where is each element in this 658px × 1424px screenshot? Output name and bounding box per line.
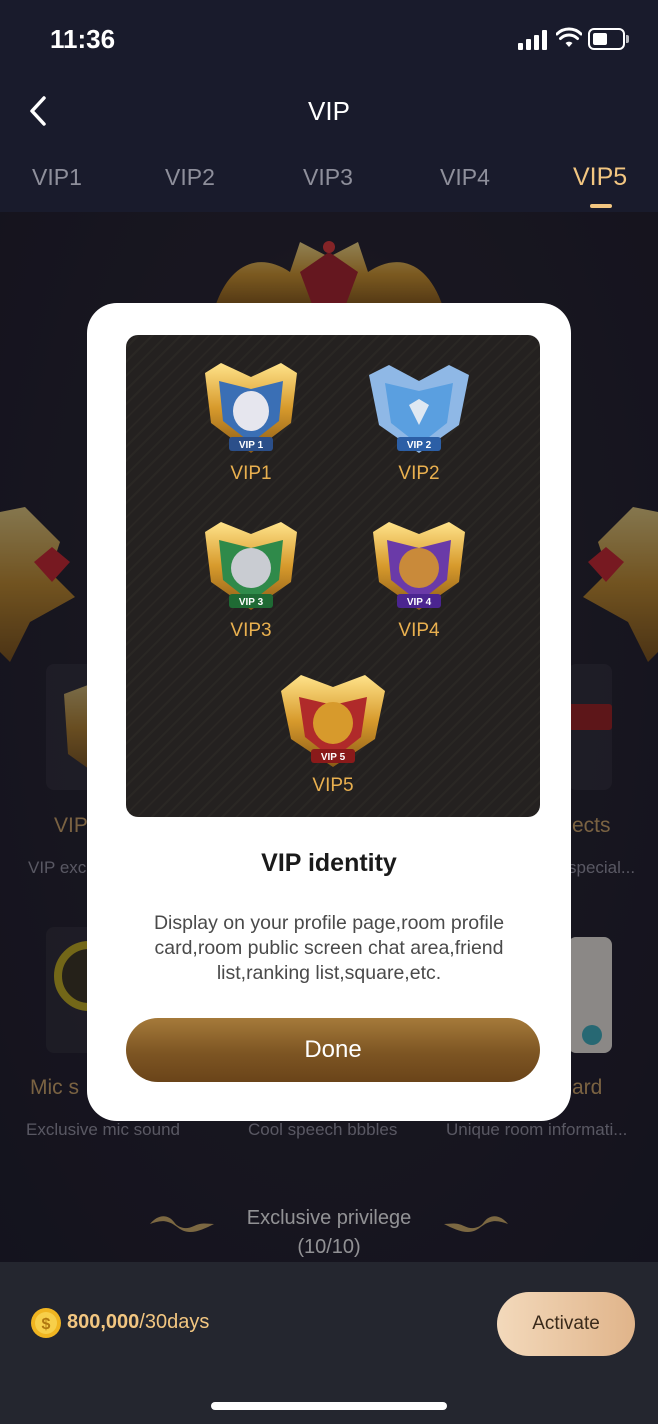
wifi-icon xyxy=(556,27,582,47)
badge-label-vip4: VIP4 xyxy=(398,620,440,641)
price-period: /30days xyxy=(139,1311,210,1333)
vip4-tiger-badge-icon: VIP 4 xyxy=(373,522,465,610)
battery-icon xyxy=(588,28,630,50)
activate-button[interactable]: Activate xyxy=(497,1292,635,1356)
badge-label-vip3: VIP3 xyxy=(230,620,272,641)
badge-vip5: VIP 5 VIP5 xyxy=(268,665,398,797)
tab-vip3[interactable]: VIP3 xyxy=(303,164,353,191)
tab-vip1[interactable]: VIP1 xyxy=(32,164,82,191)
tab-vip5[interactable]: VIP5 xyxy=(573,163,627,192)
vip3-plate: VIP 3 xyxy=(239,597,264,608)
vip-badges-image: VIP 1 VIP1 VIP 2 VIP2 VIP 3 VIP3 VIP 4 V… xyxy=(126,335,540,817)
badge-vip3: VIP 3 VIP3 xyxy=(186,510,316,642)
badge-label-vip5: VIP5 xyxy=(312,775,354,796)
vip5-plate: VIP 5 xyxy=(321,752,346,763)
home-indicator xyxy=(211,1402,447,1410)
status-time: 11:36 xyxy=(50,24,116,54)
vip2-plate: VIP 2 xyxy=(407,440,432,451)
badge-label-vip1: VIP1 xyxy=(230,463,272,484)
tab-vip4[interactable]: VIP4 xyxy=(440,164,490,191)
price-amount: 800,000 xyxy=(67,1311,140,1333)
vip5-lion-badge-icon: VIP 5 xyxy=(281,675,385,767)
vip1-plate: VIP 1 xyxy=(239,440,264,451)
done-button[interactable]: Done xyxy=(126,1018,540,1082)
coin-icon: $ xyxy=(31,1308,61,1338)
modal-description: Display on your profile page,room profil… xyxy=(153,912,505,984)
price: 800,000/30days xyxy=(67,1311,209,1334)
badge-vip2: VIP 2 VIP2 xyxy=(354,353,484,485)
tab-vip2[interactable]: VIP2 xyxy=(165,164,215,191)
page-title: VIP xyxy=(308,96,350,126)
vip4-plate: VIP 4 xyxy=(407,597,432,608)
svg-text:$: $ xyxy=(42,1316,51,1333)
vip-identity-modal: VIP 1 VIP1 VIP 2 VIP2 VIP 3 VIP3 VIP 4 V… xyxy=(87,303,571,1121)
modal-title: VIP identity xyxy=(261,849,397,877)
tab-indicator xyxy=(590,204,612,208)
vip1-eagle-badge-icon: VIP 1 xyxy=(205,363,297,453)
badge-vip4: VIP 4 VIP4 xyxy=(354,510,484,642)
vip-tabs: VIP1 VIP2 VIP3 VIP4 VIP5 xyxy=(0,160,658,210)
vip2-wolf-badge-icon: VIP 2 xyxy=(369,365,469,453)
vip3-tiger-badge-icon: VIP 3 xyxy=(205,522,297,610)
badge-label-vip2: VIP2 xyxy=(398,463,440,484)
status-bar: 11:36 xyxy=(0,0,658,80)
signal-icon xyxy=(518,30,550,50)
badge-vip1: VIP 1 VIP1 xyxy=(186,353,316,485)
